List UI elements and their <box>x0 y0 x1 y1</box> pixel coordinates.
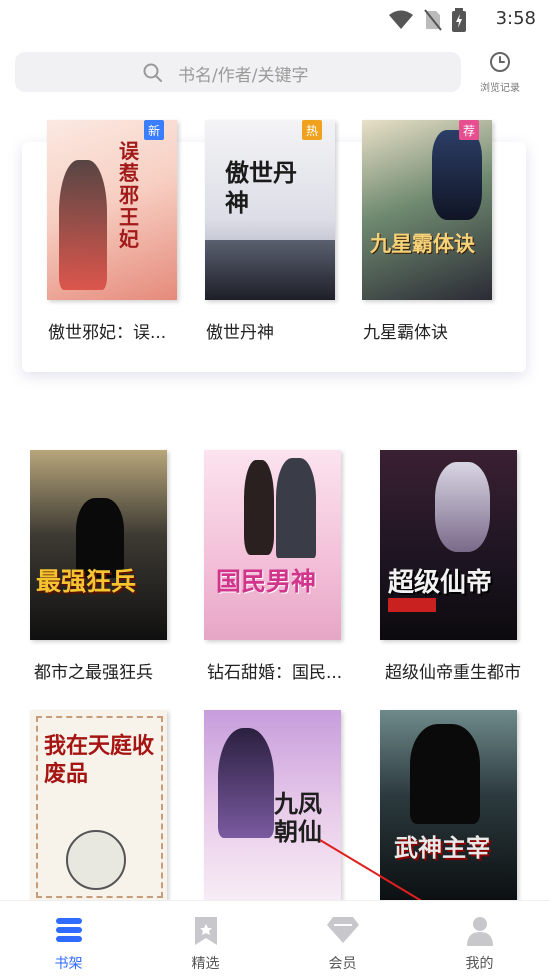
battery-charging-icon <box>452 8 466 32</box>
book-title: 九星霸体诀 <box>363 323 448 343</box>
book-title: 超级仙帝重生都市 <box>385 663 521 683</box>
tab-label: 会员 <box>328 956 357 972</box>
book-title: 傲世丹神 <box>206 323 274 343</box>
book-cover: 误惹邪王妃 <box>47 120 177 300</box>
tab-label: 书架 <box>54 956 83 972</box>
book-cover: 傲世丹神 <box>205 120 335 300</box>
tab-label: 精选 <box>191 956 220 972</box>
cover-title: 傲世丹神 <box>225 158 297 217</box>
cover-title: 最强狂兵 <box>36 567 137 596</box>
tab-label: 我的 <box>465 956 494 972</box>
tab-mine[interactable]: 我的 <box>411 901 548 979</box>
shelf-book[interactable]: 我在天庭收废品 <box>30 710 170 900</box>
shelf-book[interactable]: 最强狂兵 都市之最强狂兵 <box>30 450 170 683</box>
featured-book[interactable]: 误惹邪王妃 新 傲世邪妃：误... <box>47 120 182 343</box>
shelf-book[interactable]: 超级仙帝 超级仙帝重生都市 <box>380 450 540 683</box>
tab-featured[interactable]: 精选 <box>137 901 274 979</box>
cover-title: 误惹邪王妃 <box>119 139 139 251</box>
cover-title: 超级仙帝 <box>388 568 493 598</box>
search-bar[interactable]: 书名/作者/关键字 <box>15 52 461 92</box>
person-icon <box>466 917 493 946</box>
featured-book[interactable]: 九星霸体诀 荐 九星霸体诀 <box>362 120 497 343</box>
book-cover: 超级仙帝 <box>380 450 517 640</box>
history-button[interactable]: 浏览记录 <box>470 50 530 96</box>
status-bar: 3:58 <box>0 0 550 38</box>
no-sim-icon <box>424 9 442 31</box>
search-placeholder: 书名/作者/关键字 <box>178 66 309 86</box>
book-cover: 最强狂兵 <box>30 450 167 640</box>
badge-hot: 热 <box>302 120 322 140</box>
book-cover: 国民男神 <box>204 450 341 640</box>
bookshelf-icon <box>55 918 82 942</box>
tab-membership[interactable]: 会员 <box>274 901 411 979</box>
search-icon <box>143 63 162 82</box>
cover-title: 国民男神 <box>216 567 317 596</box>
clock-icon <box>490 52 510 72</box>
book-title: 都市之最强狂兵 <box>34 663 153 683</box>
book-title: 傲世邪妃：误... <box>48 323 167 343</box>
wifi-icon <box>389 10 413 29</box>
bottom-tab-bar: 书架 精选 会员 我的 <box>0 900 550 979</box>
book-cover: 九星霸体诀 <box>362 120 492 300</box>
badge-recommend: 荐 <box>459 120 479 140</box>
bookmark-icon <box>194 917 217 945</box>
history-label: 浏览记录 <box>480 83 520 94</box>
featured-book[interactable]: 傲世丹神 热 傲世丹神 <box>205 120 340 343</box>
book-cover: 我在天庭收废品 <box>30 710 167 900</box>
badge-new: 新 <box>144 120 164 140</box>
tab-bookshelf[interactable]: 书架 <box>0 901 137 979</box>
book-title: 钻石甜婚：国民... <box>207 663 343 683</box>
shelf-book[interactable]: 国民男神 钻石甜婚：国民... <box>204 450 354 683</box>
cover-title: 九星霸体诀 <box>370 231 475 256</box>
diamond-icon <box>326 917 359 943</box>
cover-title: 我在天庭收废品 <box>44 733 155 787</box>
status-time: 3:58 <box>495 8 536 29</box>
